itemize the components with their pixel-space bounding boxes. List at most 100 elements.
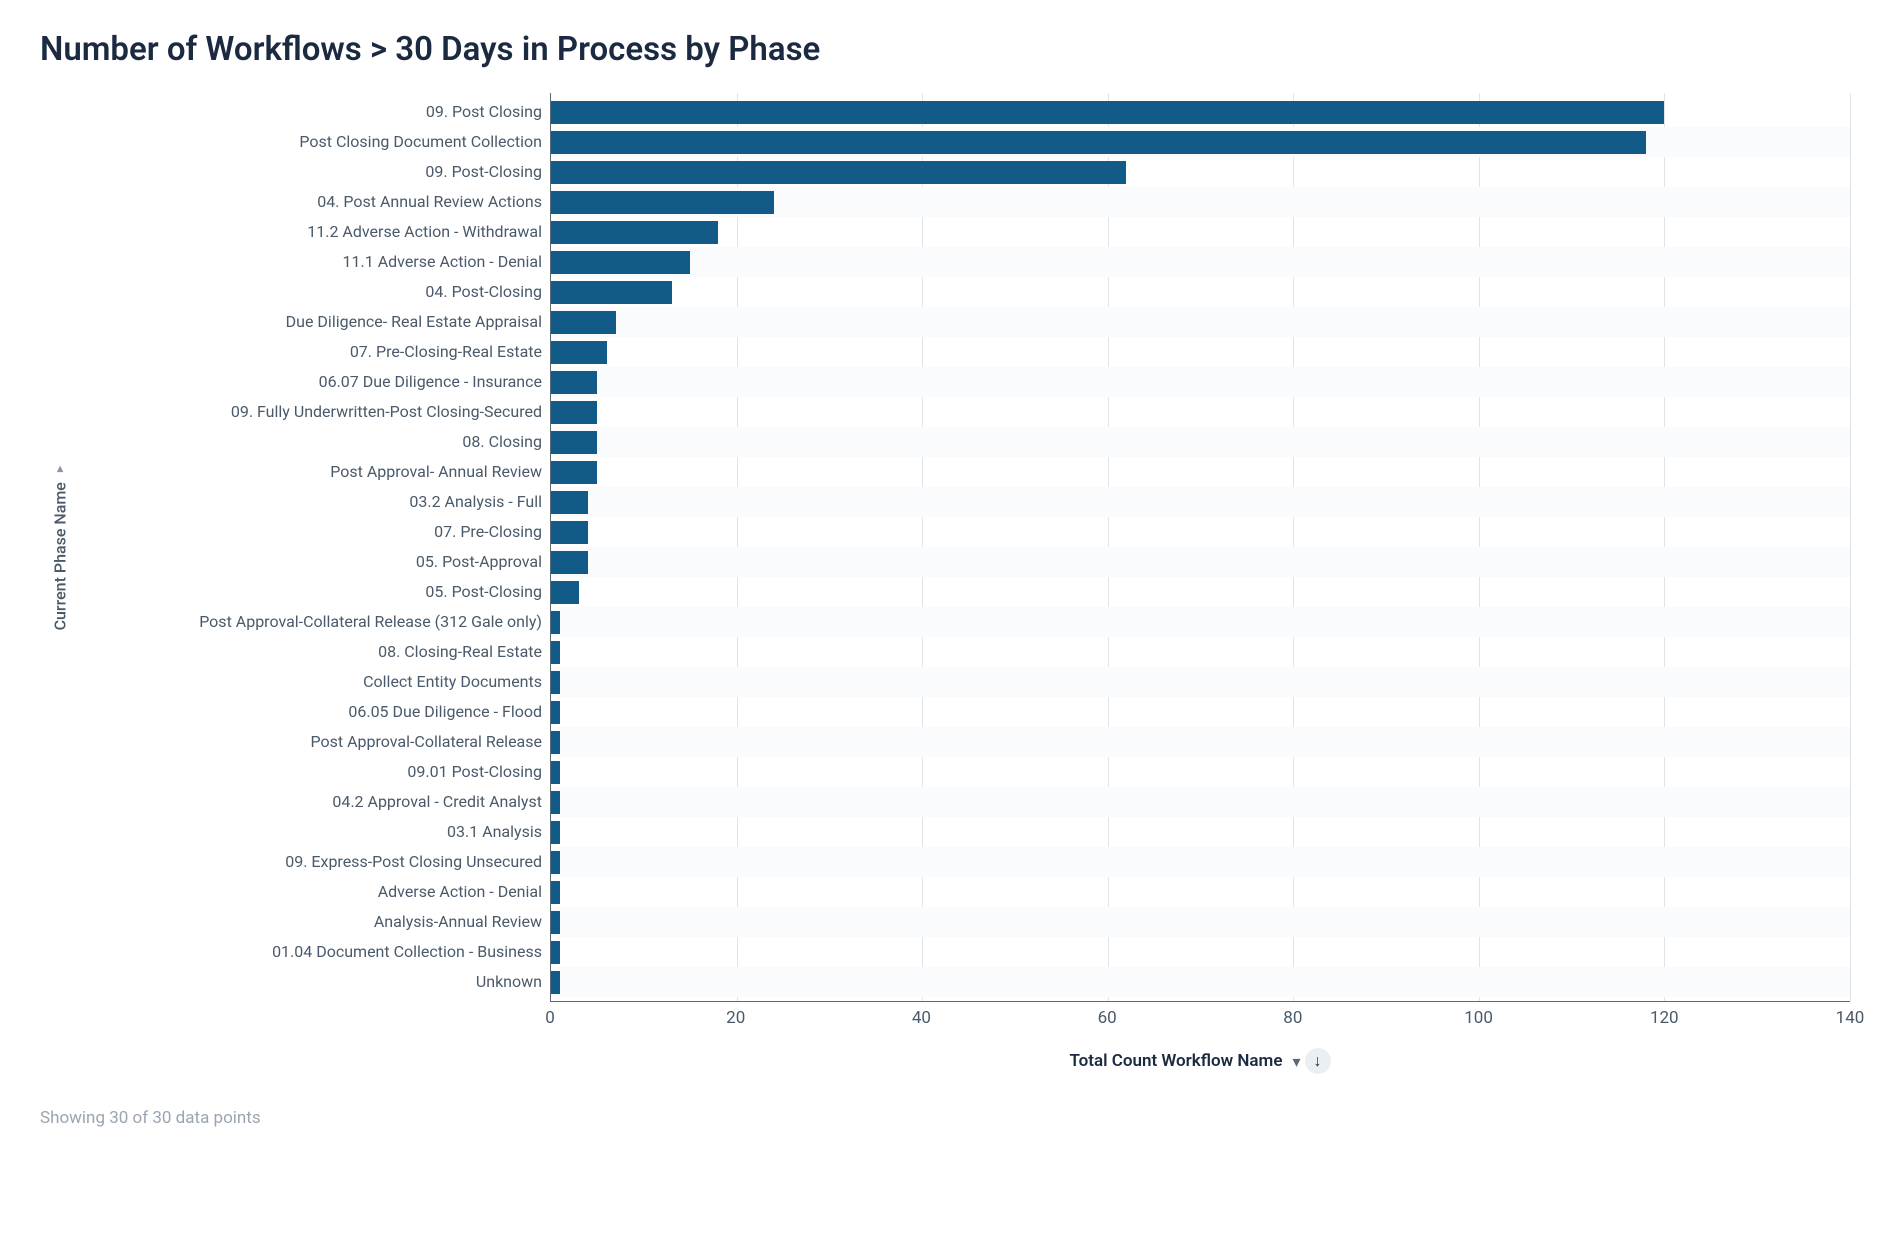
category-label-row: 04. Post-Closing	[80, 277, 542, 307]
bar[interactable]	[551, 431, 597, 454]
bar-row	[551, 547, 1850, 577]
bar[interactable]	[551, 971, 560, 994]
category-label: Post Approval-Collateral Release	[311, 727, 542, 757]
category-label-row: 01.04 Document Collection - Business	[80, 937, 542, 967]
category-label: 09. Express-Post Closing Unsecured	[285, 847, 542, 877]
bar[interactable]	[551, 371, 597, 394]
bar[interactable]	[551, 521, 588, 544]
bar-row	[551, 487, 1850, 517]
category-label: Adverse Action - Denial	[378, 877, 542, 907]
bar-row	[551, 457, 1850, 487]
category-label-row: Adverse Action - Denial	[80, 877, 542, 907]
bar-row	[551, 427, 1850, 457]
bar[interactable]	[551, 701, 560, 724]
bar-row	[551, 367, 1850, 397]
x-tick-label: 120	[1650, 1008, 1679, 1028]
category-label: Due Diligence- Real Estate Appraisal	[286, 307, 542, 337]
bar-row	[551, 847, 1850, 877]
x-axis-label-row: Total Count Workflow Name ▾ ↓	[550, 1048, 1850, 1074]
category-label-row: 06.07 Due Diligence - Insurance	[80, 367, 542, 397]
category-label-row: Collect Entity Documents	[80, 667, 542, 697]
bar-row	[551, 907, 1850, 937]
bar[interactable]	[551, 731, 560, 754]
category-label-row: Post Approval-Collateral Release	[80, 727, 542, 757]
category-label: 07. Pre-Closing	[434, 517, 542, 547]
bar-row	[551, 607, 1850, 637]
bar[interactable]	[551, 281, 672, 304]
chart-body: Current Phase Name ▸ 09. Post ClosingPos…	[40, 93, 1850, 1002]
bar[interactable]	[551, 641, 560, 664]
category-label-row: 08. Closing-Real Estate	[80, 637, 542, 667]
bar[interactable]	[551, 341, 607, 364]
bar[interactable]	[551, 821, 560, 844]
gridline	[1850, 93, 1851, 1001]
category-label: 03.1 Analysis	[447, 817, 542, 847]
category-label: 03.2 Analysis - Full	[409, 487, 542, 517]
category-label-row: 03.1 Analysis	[80, 817, 542, 847]
y-axis-label[interactable]: Current Phase Name ▸	[51, 465, 70, 630]
bar-row	[551, 937, 1850, 967]
chart-container: Number of Workflows > 30 Days in Process…	[0, 0, 1890, 1251]
y-axis-label-column: Current Phase Name ▸	[40, 93, 80, 1002]
bar[interactable]	[551, 551, 588, 574]
x-axis-label[interactable]: Total Count Workflow Name	[1069, 1051, 1282, 1071]
category-label: 01.04 Document Collection - Business	[272, 937, 542, 967]
bar-row	[551, 667, 1850, 697]
category-label: 07. Pre-Closing-Real Estate	[350, 337, 542, 367]
bar[interactable]	[551, 311, 616, 334]
category-label-row: 07. Pre-Closing-Real Estate	[80, 337, 542, 367]
bar[interactable]	[551, 941, 560, 964]
bar[interactable]	[551, 251, 690, 274]
chart-title: Number of Workflows > 30 Days in Process…	[40, 30, 1850, 69]
bar[interactable]	[551, 851, 560, 874]
category-label: Analysis-Annual Review	[374, 907, 542, 937]
category-label: Post Approval- Annual Review	[330, 457, 542, 487]
bar-row	[551, 247, 1850, 277]
bar[interactable]	[551, 491, 588, 514]
category-label: 04. Post-Closing	[425, 277, 542, 307]
bar[interactable]	[551, 581, 579, 604]
category-label: 08. Closing	[462, 427, 542, 457]
category-label: 08. Closing-Real Estate	[378, 637, 542, 667]
bar-row	[551, 97, 1850, 127]
x-tick-label: 80	[1283, 1008, 1302, 1028]
bar-row	[551, 877, 1850, 907]
bar-row	[551, 337, 1850, 367]
bar[interactable]	[551, 191, 774, 214]
category-label-row: 09.01 Post-Closing	[80, 757, 542, 787]
bar[interactable]	[551, 671, 560, 694]
sort-toggle[interactable]: ▾ ↓	[1292, 1048, 1330, 1074]
category-label-row: 09. Fully Underwritten-Post Closing-Secu…	[80, 397, 542, 427]
bar-row	[551, 187, 1850, 217]
category-label: 05. Post-Closing	[425, 577, 542, 607]
bar[interactable]	[551, 161, 1126, 184]
bar[interactable]	[551, 791, 560, 814]
bar[interactable]	[551, 761, 560, 784]
bar[interactable]	[551, 131, 1646, 154]
bar-row	[551, 787, 1850, 817]
category-label-row: Post Closing Document Collection	[80, 127, 542, 157]
bar[interactable]	[551, 101, 1664, 124]
bar-row	[551, 637, 1850, 667]
bar[interactable]	[551, 911, 560, 934]
bar-row	[551, 577, 1850, 607]
category-label-row: Unknown	[80, 967, 542, 997]
category-label: 04. Post Annual Review Actions	[317, 187, 542, 217]
category-label: 11.2 Adverse Action - Withdrawal	[307, 217, 542, 247]
bar[interactable]	[551, 881, 560, 904]
category-label-row: 05. Post-Approval	[80, 547, 542, 577]
bar-row	[551, 157, 1850, 187]
bar[interactable]	[551, 401, 597, 424]
bar-row	[551, 517, 1850, 547]
x-tick-label: 20	[726, 1008, 745, 1028]
category-label-row: Post Approval- Annual Review	[80, 457, 542, 487]
bar-row	[551, 757, 1850, 787]
category-label-row: 09. Post Closing	[80, 97, 542, 127]
bar-row	[551, 277, 1850, 307]
bar[interactable]	[551, 461, 597, 484]
bar[interactable]	[551, 611, 560, 634]
category-label: 11.1 Adverse Action - Denial	[343, 247, 542, 277]
bar[interactable]	[551, 221, 718, 244]
category-label: 06.07 Due Diligence - Insurance	[319, 367, 542, 397]
bar-row	[551, 817, 1850, 847]
